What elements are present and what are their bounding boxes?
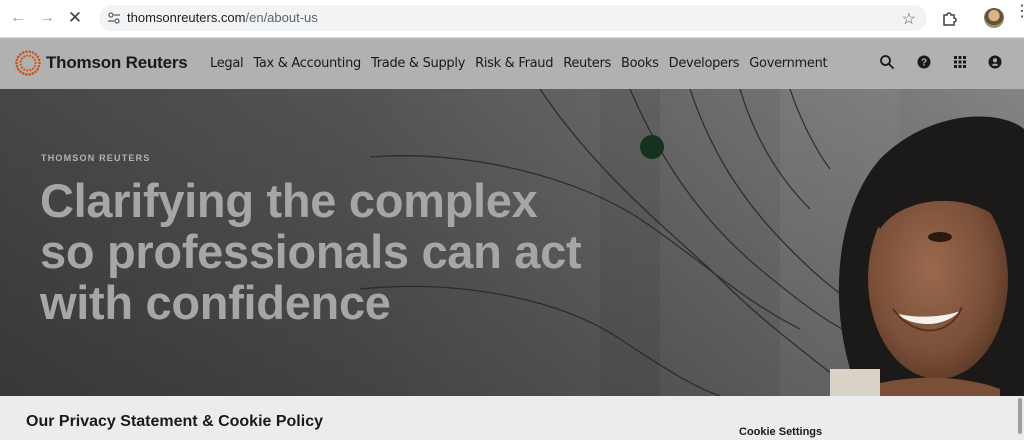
browser-toolbar: ← → ✕ thomsonreuters.com/en/about-us ☆ ⋮ xyxy=(0,0,1024,38)
nav-item-trade-supply[interactable]: Trade & Supply xyxy=(371,56,465,71)
url-path: /en/about-us xyxy=(245,10,318,25)
stop-loading-icon[interactable]: ✕ xyxy=(64,7,86,29)
hero-title: Clarifying the complex so professionals … xyxy=(40,174,582,329)
nav-item-developers[interactable]: Developers xyxy=(669,56,740,71)
account-icon[interactable] xyxy=(987,54,1003,70)
nav-item-government[interactable]: Government xyxy=(749,56,827,71)
nav-item-reuters[interactable]: Reuters xyxy=(563,56,611,71)
svg-text:?: ? xyxy=(921,58,927,69)
site-settings-icon[interactable] xyxy=(106,10,122,26)
hero-section: THOMSON REUTERS Clarifying the complex s… xyxy=(0,89,1024,396)
thomson-reuters-logo-icon[interactable] xyxy=(15,50,41,76)
nav-item-books[interactable]: Books xyxy=(621,56,659,71)
help-icon[interactable]: ? xyxy=(916,54,932,70)
extensions-puzzle-icon[interactable] xyxy=(941,9,959,27)
apps-grid-icon[interactable] xyxy=(952,54,968,70)
url-host: thomsonreuters.com xyxy=(127,10,246,25)
cookie-banner: Our Privacy Statement & Cookie Policy Co… xyxy=(0,396,1024,440)
nav-item-risk-fraud[interactable]: Risk & Fraud xyxy=(475,56,553,71)
nav-item-tax-accounting[interactable]: Tax & Accounting xyxy=(253,56,361,71)
address-bar[interactable]: thomsonreuters.com/en/about-us ☆ xyxy=(99,5,927,31)
brand-name[interactable]: Thomson Reuters xyxy=(46,53,188,73)
back-arrow-icon[interactable]: ← xyxy=(7,7,29,29)
decorative-dot xyxy=(640,135,664,159)
bookmark-star-icon[interactable]: ☆ xyxy=(902,9,916,29)
browser-menu-icon[interactable]: ⋮ xyxy=(1014,4,1024,20)
main-navigation: Legal Tax & Accounting Trade & Supply Ri… xyxy=(210,56,837,71)
hero-eyebrow: THOMSON REUTERS xyxy=(41,153,151,163)
cookie-banner-title: Our Privacy Statement & Cookie Policy xyxy=(26,413,323,430)
profile-avatar[interactable] xyxy=(984,8,1004,28)
forward-arrow-icon[interactable]: → xyxy=(36,7,58,29)
nav-item-legal[interactable]: Legal xyxy=(210,56,244,71)
url-text: thomsonreuters.com/en/about-us xyxy=(127,10,318,26)
search-icon[interactable] xyxy=(879,54,895,70)
cookie-settings-button[interactable]: Cookie Settings xyxy=(739,426,822,438)
cookie-banner-scrollbar[interactable] xyxy=(1018,398,1022,434)
site-header: Thomson Reuters Legal Tax & Accounting T… xyxy=(0,38,1024,89)
